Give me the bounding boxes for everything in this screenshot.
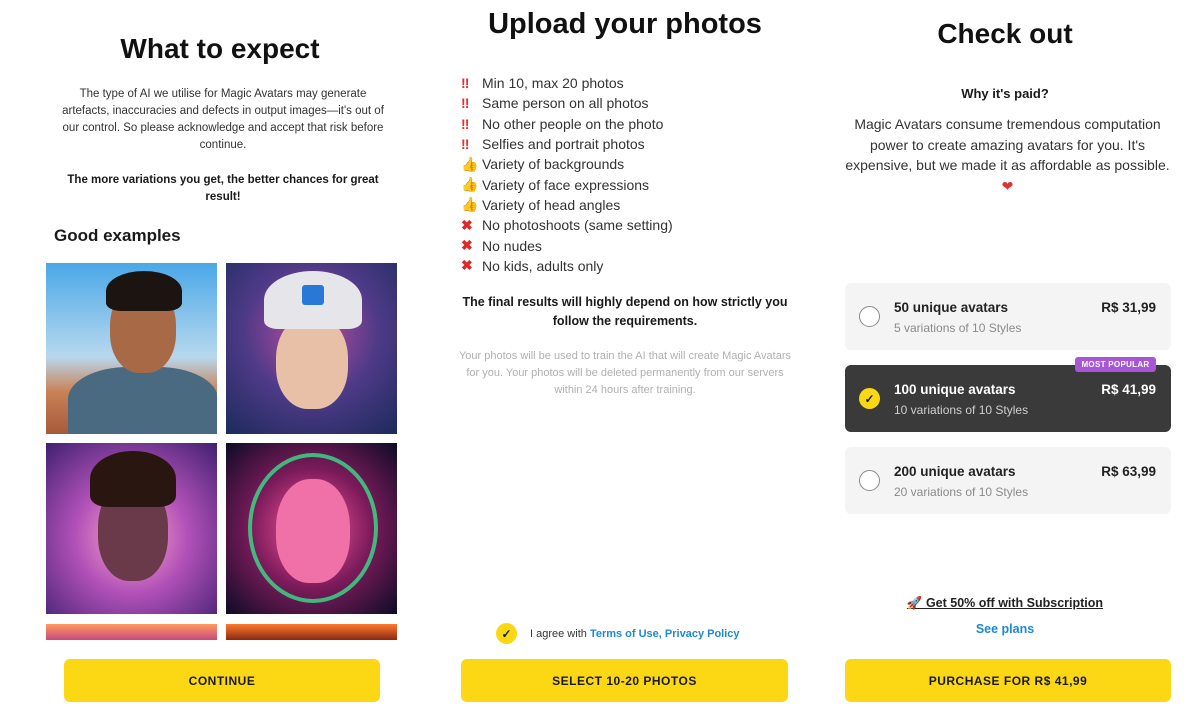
most-popular-badge: MOST POPULAR [1075, 357, 1156, 372]
requirement-item: ✖ No kids, adults only [461, 256, 673, 276]
heart-icon: ❤ [1001, 177, 1014, 194]
plan-price: R$ 31,99 [1101, 300, 1156, 315]
good-examples-heading: Good examples [54, 226, 181, 245]
requirement-text: Selfies and portrait photos [482, 136, 645, 153]
plan-option-200[interactable]: 200 unique avatars 20 variations of 10 S… [845, 447, 1171, 514]
double-exclamation-icon: ‼ [461, 95, 469, 112]
requirement-text: No nudes [482, 237, 542, 254]
requirement-item: ✖ No nudes [461, 235, 673, 255]
requirement-text: Variety of face expressions [482, 176, 650, 193]
cross-icon: ✖ [461, 257, 473, 274]
requirement-text: Variety of head angles [482, 196, 621, 213]
continue-button[interactable]: CONTINUE [64, 659, 380, 702]
requirement-text: Same person on all photos [482, 95, 649, 112]
requirement-item: ‼ Selfies and portrait photos [461, 134, 673, 154]
terms-of-use-link[interactable]: Terms of Use [590, 628, 659, 640]
cross-icon: ✖ [461, 237, 473, 254]
requirement-item: 👍 Variety of backgrounds [461, 154, 673, 174]
example-avatar-image [46, 443, 217, 614]
privacy-note: Your photos will be used to train the AI… [458, 350, 792, 396]
page-title: Upload your photos [488, 8, 762, 40]
plan-details: 5 variations of 10 Styles [894, 321, 1022, 335]
page-title: Check out [937, 18, 1073, 49]
checkmark-icon: ✓ [501, 626, 512, 641]
pricing-explanation: Magic Avatars consume tremendous computa… [840, 114, 1175, 196]
plan-name: 200 unique avatars [894, 464, 1016, 479]
agree-checkbox[interactable]: ✓ [496, 623, 517, 644]
purchase-button[interactable]: PURCHASE FOR R$ 41,99 [845, 659, 1171, 702]
requirement-text: No other people on the photo [482, 115, 664, 132]
checkout-panel: Check out Why it's paid? Magic Avatars c… [810, 0, 1200, 718]
plan-name: 50 unique avatars [894, 300, 1009, 315]
requirement-item: ‼ Min 10, max 20 photos [461, 73, 673, 93]
plan-price: R$ 41,99 [1101, 382, 1156, 397]
plan-option-50[interactable]: 50 unique avatars 5 variations of 10 Sty… [845, 283, 1171, 350]
pricing-explanation-text: Magic Avatars consume tremendous computa… [845, 116, 1170, 173]
upload-photos-panel: Upload your photos ‼ Min 10, max 20 photo… [440, 0, 810, 718]
requirements-list: ‼ Min 10, max 20 photos ‼ Same person on a… [461, 73, 673, 276]
what-to-expect-panel: What to expect The type of AI we utilise… [0, 0, 440, 718]
plan-option-100[interactable]: ✓ 100 unique avatars 10 variations of 10… [845, 365, 1171, 432]
thumbs-up-icon: 👍 [461, 155, 479, 172]
risk-description: The type of AI we utilise for Magic Avat… [62, 88, 384, 151]
privacy-policy-link[interactable]: Privacy Policy [665, 628, 740, 640]
thumbs-up-icon: 👍 [461, 176, 479, 193]
requirement-item: ‼ Same person on all photos [461, 93, 673, 113]
plan-details: 20 variations of 10 Styles [894, 485, 1029, 499]
double-exclamation-icon: ‼ [461, 115, 469, 132]
agree-text: I agree with [530, 627, 590, 640]
subscription-promo-link[interactable]: 🚀 Get 50% off with Subscription [810, 596, 1200, 611]
requirements-emphasis: The final results will highly depend on … [462, 295, 788, 328]
requirement-item: 👍 Variety of head angles [461, 195, 673, 215]
example-avatar-image [46, 624, 217, 640]
requirement-text: Variety of backgrounds [482, 156, 625, 173]
see-plans-link[interactable]: See plans [810, 622, 1200, 636]
radio-button[interactable] [859, 306, 880, 327]
plan-details: 10 variations of 10 Styles [894, 403, 1029, 417]
requirement-item: ✖ No photoshoots (same setting) [461, 215, 673, 235]
requirement-item: ‼ No other people on the photo [461, 114, 673, 134]
plan-name: 100 unique avatars [894, 382, 1016, 397]
checkmark-icon: ✓ [864, 391, 875, 406]
example-avatar-image [46, 263, 217, 434]
radio-button-selected[interactable]: ✓ [859, 388, 880, 409]
cross-icon: ✖ [461, 216, 473, 233]
example-avatar-image [226, 624, 397, 640]
select-photos-button[interactable]: SELECT 10-20 PHOTOS [461, 659, 788, 702]
requirement-item: 👍 Variety of face expressions [461, 174, 673, 194]
example-avatar-image [226, 263, 397, 434]
double-exclamation-icon: ‼ [461, 75, 469, 92]
example-avatar-image [226, 443, 397, 614]
thumbs-up-icon: 👍 [461, 196, 479, 213]
why-paid-heading: Why it's paid? [961, 86, 1049, 101]
requirement-text: No kids, adults only [482, 257, 604, 274]
requirement-text: Min 10, max 20 photos [482, 75, 624, 92]
radio-button[interactable] [859, 470, 880, 491]
variations-note: The more variations you get, the better … [67, 174, 379, 203]
requirement-text: No photoshoots (same setting) [482, 217, 673, 234]
terms-agreement: ✓ I agree with Terms of Use , Privacy Po… [496, 623, 740, 644]
page-title: What to expect [120, 33, 320, 64]
double-exclamation-icon: ‼ [461, 136, 469, 153]
plan-price: R$ 63,99 [1101, 464, 1156, 479]
